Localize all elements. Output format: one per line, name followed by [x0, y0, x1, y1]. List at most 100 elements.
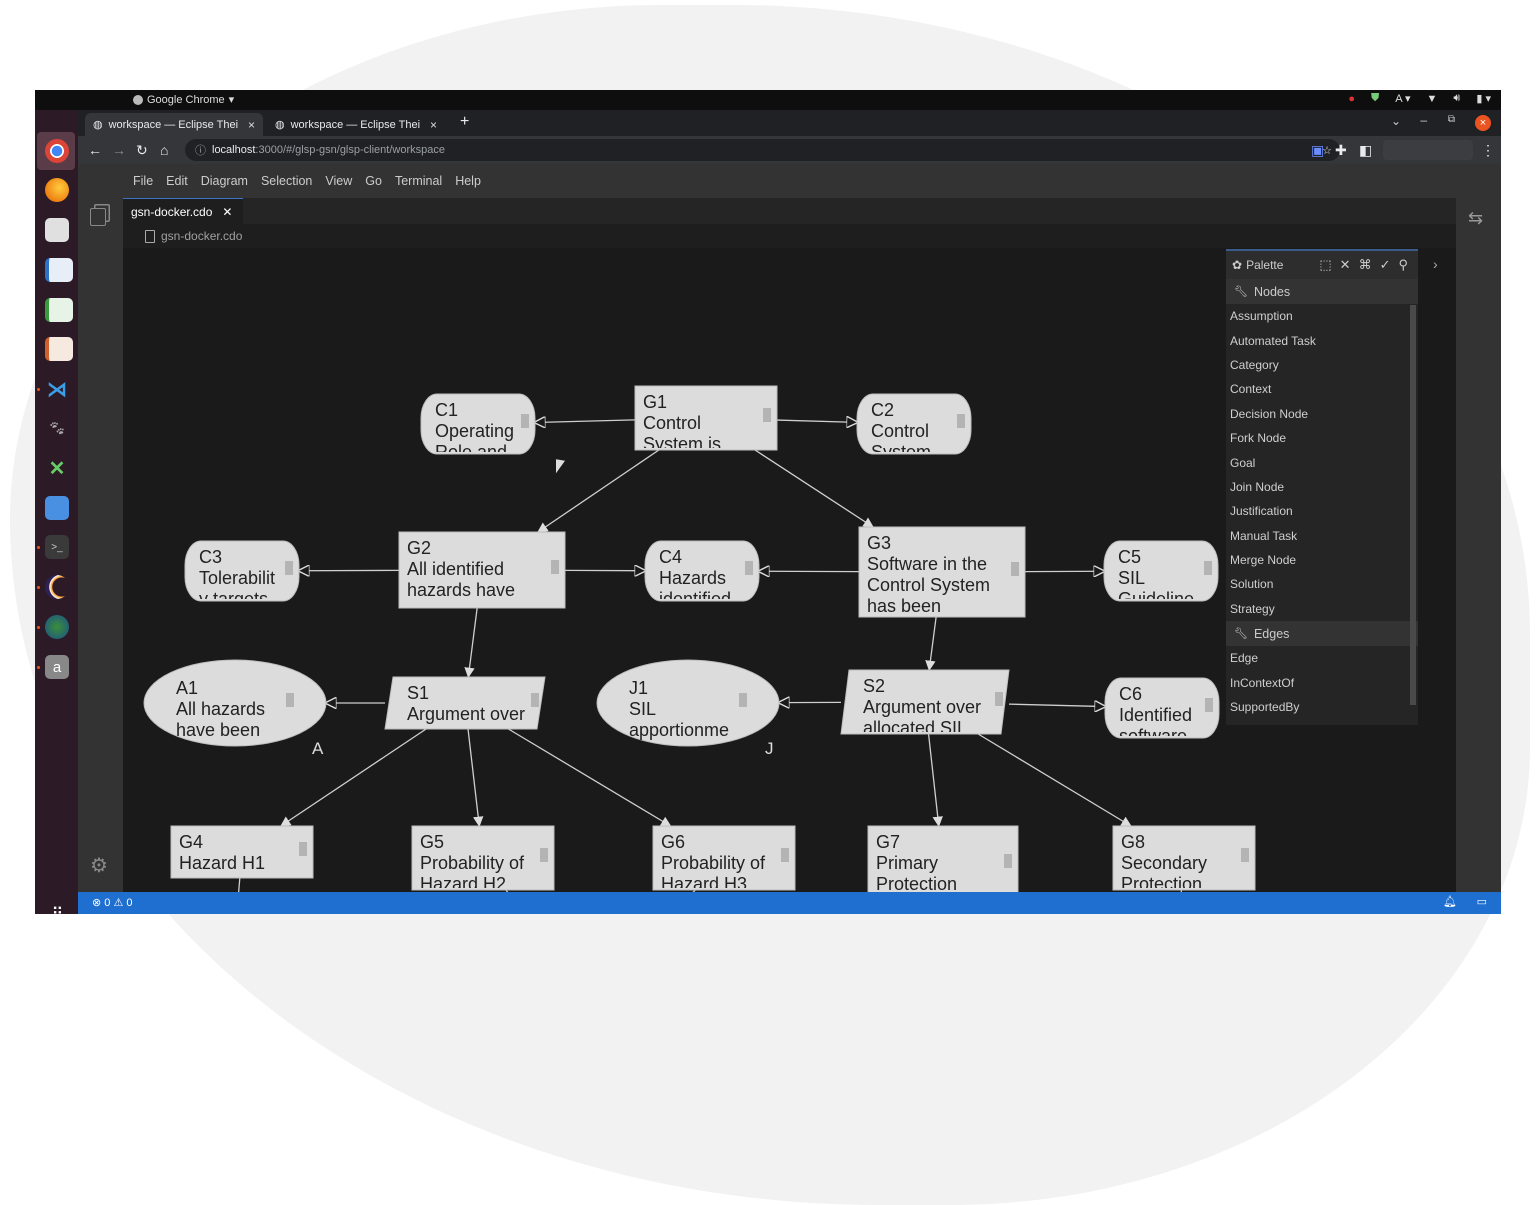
- impress-icon[interactable]: [45, 337, 73, 361]
- profile-area[interactable]: [1383, 140, 1473, 160]
- edge-supportedby-s1-g5[interactable]: [468, 729, 479, 826]
- node-expand-handle[interactable]: [995, 692, 1003, 706]
- gsn-node-g4[interactable]: G4Hazard H1: [171, 826, 313, 878]
- editor-tab[interactable]: gsn-docker.cdo ✕: [123, 198, 243, 224]
- tab-search-icon[interactable]: ⌄: [1391, 114, 1401, 128]
- gsn-node-c4[interactable]: C4Hazardsidentified: [645, 541, 759, 609]
- wifi-icon[interactable]: ▼: [1427, 93, 1438, 105]
- node-expand-handle[interactable]: [285, 561, 293, 575]
- node-expand-handle[interactable]: [739, 693, 747, 707]
- palette-item-incontextof[interactable]: InContextOf: [1226, 670, 1418, 694]
- gsn-node-a1[interactable]: A1All hazardshave beenA: [144, 660, 326, 758]
- close-window-icon[interactable]: ×: [1475, 115, 1491, 131]
- menu-help[interactable]: Help: [455, 174, 481, 188]
- edge-incontextof-g1-c1[interactable]: [535, 420, 635, 423]
- palette-item-fork-node[interactable]: Fork Node: [1226, 426, 1418, 450]
- palette-item-solution[interactable]: Solution: [1226, 572, 1418, 596]
- palette-item-strategy[interactable]: Strategy: [1226, 597, 1418, 621]
- gsn-node-g6[interactable]: G6Probability ofHazard H3: [653, 826, 795, 892]
- anki-icon[interactable]: a: [45, 655, 69, 679]
- gsn-node-g5[interactable]: G5Probability ofHazard H2: [412, 826, 554, 892]
- xmind-icon[interactable]: ✕: [45, 456, 69, 480]
- gsn-node-c1[interactable]: C1OperatingRole and: [421, 394, 535, 462]
- palette-item-category[interactable]: Category: [1226, 353, 1418, 377]
- writer-icon[interactable]: [45, 258, 73, 282]
- gsn-node-s2[interactable]: S2Argument overallocated SIL: [841, 670, 1009, 738]
- app-menu[interactable]: Google Chrome ▾: [133, 93, 234, 106]
- gsn-node-g3[interactable]: G3Software in theControl Systemhas been: [859, 527, 1025, 617]
- browser-tab[interactable]: ◍ workspace — Eclipse Thei ×: [267, 113, 445, 136]
- close-tab-icon[interactable]: ×: [430, 118, 437, 132]
- extensions-puzzle-icon[interactable]: ✚: [1335, 141, 1347, 159]
- keyboard-layout[interactable]: A ▾: [1395, 92, 1410, 105]
- palette-scrollbar[interactable]: [1410, 305, 1416, 705]
- settings-gear-icon[interactable]: ⚙: [90, 853, 108, 878]
- eclipse-icon[interactable]: [45, 575, 69, 599]
- forward-icon[interactable]: →: [112, 141, 126, 159]
- select-mode-icon[interactable]: ⬚: [1319, 257, 1331, 273]
- firefox-icon[interactable]: [45, 178, 69, 202]
- gsn-node-s1[interactable]: S1Argument over: [385, 677, 545, 729]
- edge-supportedby-g2-s1[interactable]: [468, 608, 477, 677]
- terminal-icon[interactable]: >_: [45, 535, 69, 559]
- edge-supportedby-g3-s2[interactable]: [929, 617, 936, 670]
- edge-supportedby-s2-g7[interactable]: [929, 734, 939, 826]
- node-expand-handle[interactable]: [1011, 562, 1019, 576]
- gsn-node-g1[interactable]: G1ControlSystem is: [635, 386, 777, 454]
- node-expand-handle[interactable]: [781, 848, 789, 862]
- globe-app-icon[interactable]: [45, 615, 69, 639]
- menu-file[interactable]: File: [133, 174, 153, 188]
- info-icon[interactable]: ⓘ: [195, 142, 206, 158]
- menu-view[interactable]: View: [325, 174, 352, 188]
- problems-status[interactable]: ⊗ 0 ⚠ 0: [92, 896, 133, 909]
- edge-incontextof-g1-c2[interactable]: [777, 420, 857, 422]
- chrome-icon[interactable]: [45, 139, 69, 163]
- edge-incontextof-s2-c6[interactable]: [1009, 704, 1105, 706]
- validate-icon[interactable]: ✓: [1380, 257, 1391, 273]
- explorer-icon[interactable]: [90, 208, 106, 226]
- palette-item-goal[interactable]: Goal: [1226, 450, 1418, 474]
- notifications-bell-icon[interactable]: 🔔︎: [1443, 895, 1457, 908]
- volume-icon[interactable]: 🔊︎: [1453, 92, 1460, 105]
- node-expand-handle[interactable]: [531, 693, 539, 707]
- node-expand-handle[interactable]: [551, 560, 559, 574]
- files-icon[interactable]: [45, 218, 69, 242]
- node-expand-handle[interactable]: [1241, 848, 1249, 862]
- translate-extension-icon[interactable]: ▣: [1311, 141, 1324, 159]
- palette-item-supportedby[interactable]: SupportedBy: [1226, 695, 1418, 719]
- side-panel-icon[interactable]: ◧: [1359, 141, 1372, 159]
- edge-supportedby-g1-g3[interactable]: [755, 450, 873, 527]
- gsn-node-g2[interactable]: G2All identifiedhazards have: [399, 532, 565, 608]
- menu-terminal[interactable]: Terminal: [395, 174, 442, 188]
- shield-indicator-icon[interactable]: ⛊: [1371, 92, 1379, 105]
- palette-group-nodes[interactable]: 🔧︎Nodes: [1226, 279, 1418, 304]
- breadcrumb-file[interactable]: gsn-docker.cdo: [161, 229, 242, 243]
- menu-edit[interactable]: Edit: [166, 174, 188, 188]
- node-expand-handle[interactable]: [957, 414, 965, 428]
- node-expand-handle[interactable]: [1204, 561, 1212, 575]
- palette-item-decision-node[interactable]: Decision Node: [1226, 402, 1418, 426]
- node-expand-handle[interactable]: [1004, 854, 1012, 868]
- node-expand-handle[interactable]: [763, 408, 771, 422]
- close-editor-tab-icon[interactable]: ✕: [222, 205, 232, 219]
- minimize-icon[interactable]: –: [1420, 113, 1427, 127]
- palette-item-manual-task[interactable]: Manual Task: [1226, 524, 1418, 548]
- menu-diagram[interactable]: Diagram: [201, 174, 248, 188]
- address-bar[interactable]: ⓘ localhost:3000/#/glsp-gsn/glsp-client/…: [185, 139, 1340, 161]
- panel-toggle-icon[interactable]: ▭: [1477, 895, 1487, 908]
- palette-item-edge[interactable]: Edge: [1226, 646, 1418, 670]
- node-expand-handle[interactable]: [299, 842, 307, 856]
- edge-supportedby-g4-sn1[interactable]: [234, 878, 240, 892]
- node-expand-handle[interactable]: [745, 561, 753, 575]
- palette-item-merge-node[interactable]: Merge Node: [1226, 548, 1418, 572]
- delete-mode-icon[interactable]: ✕: [1340, 257, 1351, 273]
- outline-icon[interactable]: ⇆: [1468, 208, 1483, 229]
- gsn-node-c2[interactable]: C2ControlSystem: [857, 394, 971, 462]
- home-icon[interactable]: ⌂: [160, 141, 168, 159]
- reload-icon[interactable]: ↻: [136, 141, 148, 159]
- show-applications-icon[interactable]: ⠿: [45, 902, 69, 914]
- close-tab-icon[interactable]: ×: [248, 118, 255, 132]
- battery-icon[interactable]: ▮ ▾: [1476, 92, 1491, 105]
- back-icon[interactable]: ←: [88, 141, 102, 159]
- palette-item-justification[interactable]: Justification: [1226, 499, 1418, 523]
